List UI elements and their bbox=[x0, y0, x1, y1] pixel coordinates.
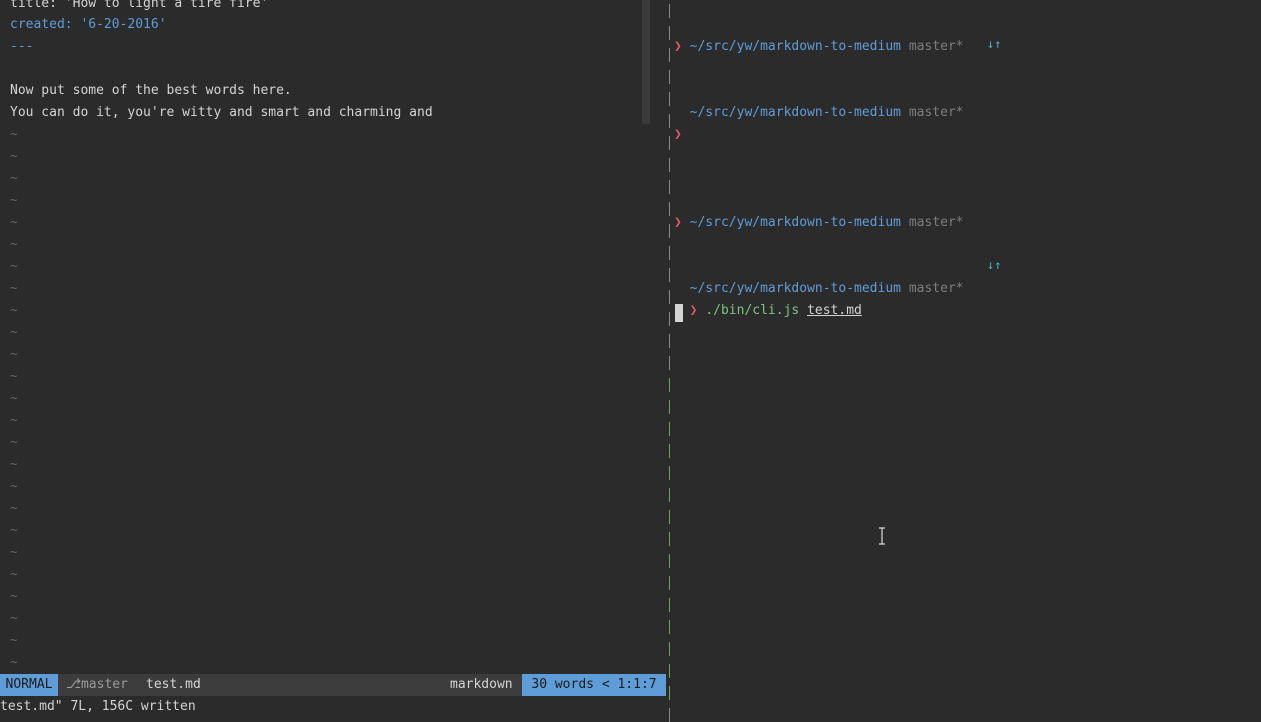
empty-line-tilde: ~ bbox=[10, 303, 18, 318]
empty-line-tilde: ~ bbox=[10, 457, 18, 472]
empty-line-tilde: ~ bbox=[10, 391, 18, 406]
command-binary: ./bin/cli.js bbox=[705, 303, 800, 318]
empty-line-tilde: ~ bbox=[10, 149, 18, 164]
editor-line-6: You can do it, you're witty and smart an… bbox=[10, 105, 433, 120]
empty-line-tilde: ~ bbox=[10, 523, 18, 538]
empty-line-tilde: ~ bbox=[10, 237, 18, 252]
sync-arrows-icon: ↓↑ bbox=[987, 37, 1002, 51]
empty-line-tilde: ~ bbox=[10, 567, 18, 582]
empty-line-tilde: ~ bbox=[10, 127, 18, 142]
command-line[interactable]: ❯ ./bin/cli.js test.md bbox=[674, 278, 862, 322]
vim-editor-pane[interactable]: title: 'How to light a tire fire' create… bbox=[0, 0, 652, 674]
divider-segment bbox=[669, 4, 670, 18]
file-name: test.md bbox=[146, 677, 201, 692]
divider-segment bbox=[669, 158, 670, 172]
empty-line-tilde: ~ bbox=[10, 633, 18, 648]
divider-segment bbox=[669, 224, 670, 238]
prompt-line-2: ~/src/yw/markdown-to-medium master* bbox=[674, 80, 964, 124]
divider-segment bbox=[669, 422, 670, 436]
cwd-path: ~/src/yw/markdown-to-medium bbox=[689, 39, 901, 54]
prompt-symbol: ❯ bbox=[674, 127, 682, 142]
divider-segment bbox=[669, 466, 670, 480]
divider-segment bbox=[669, 444, 670, 458]
prompt-line-1: ~/src/yw/markdown-to-medium master* bbox=[674, 14, 964, 58]
prompt-symbol: ❯ bbox=[689, 303, 698, 318]
divider-segment bbox=[669, 290, 670, 304]
empty-line-tilde: ~ bbox=[10, 369, 18, 384]
editor-line-3: --- bbox=[10, 39, 34, 54]
empty-line-tilde: ~ bbox=[10, 501, 18, 516]
empty-line-tilde: ~ bbox=[10, 413, 18, 428]
divider-segment bbox=[669, 268, 670, 282]
vim-statusline: NORMAL ⎇master test.md markdown 30 words… bbox=[0, 674, 666, 696]
empty-line-tilde: ~ bbox=[10, 347, 18, 362]
divider-segment bbox=[669, 554, 670, 568]
divider-segment bbox=[669, 180, 670, 194]
divider-segment bbox=[669, 92, 670, 106]
empty-line-tilde: ~ bbox=[10, 215, 18, 230]
file-type: markdown bbox=[450, 677, 513, 692]
divider-segment bbox=[669, 664, 670, 678]
divider-segment bbox=[669, 576, 670, 590]
prompt-symbol: ❯ bbox=[674, 215, 682, 230]
divider-segment bbox=[669, 334, 670, 348]
pane-divider[interactable] bbox=[666, 0, 674, 718]
empty-line-tilde: ~ bbox=[10, 171, 18, 186]
empty-line-tilde: ~ bbox=[10, 545, 18, 560]
divider-segment bbox=[669, 598, 670, 612]
git-status: master* bbox=[908, 39, 964, 54]
divider-segment bbox=[669, 510, 670, 524]
prompt-line-3: ~/src/yw/markdown-to-medium master* bbox=[674, 190, 964, 234]
divider-segment bbox=[669, 356, 670, 370]
empty-line-tilde: ~ bbox=[10, 435, 18, 450]
editor-scrollbar-thumb[interactable] bbox=[642, 0, 650, 124]
word-count-position: 30 words < 1:1:7 bbox=[522, 674, 666, 696]
cwd-path: ~/src/yw/markdown-to-medium bbox=[689, 105, 901, 120]
divider-segment bbox=[669, 246, 670, 260]
empty-line-tilde: ~ bbox=[10, 193, 18, 208]
editor-line-2: created: '6-20-2016' bbox=[10, 17, 167, 32]
divider-segment bbox=[669, 642, 670, 656]
empty-line-tilde: ~ bbox=[10, 325, 18, 340]
divider-segment bbox=[669, 532, 670, 546]
command-argument: test.md bbox=[807, 303, 862, 318]
git-status: master* bbox=[908, 215, 964, 230]
empty-line-tilde: ~ bbox=[10, 589, 18, 604]
cwd-path: ~/src/yw/markdown-to-medium bbox=[689, 215, 901, 230]
git-branch: ⎇master bbox=[66, 674, 128, 696]
divider-segment bbox=[669, 378, 670, 392]
divider-segment bbox=[669, 686, 670, 700]
empty-line-tilde: ~ bbox=[10, 259, 18, 274]
divider-segment bbox=[669, 312, 670, 326]
branch-name: master bbox=[80, 677, 128, 692]
sync-arrows-icon: ↓↑ bbox=[987, 258, 1002, 272]
terminal-cursor bbox=[675, 304, 683, 322]
divider-segment bbox=[669, 400, 670, 414]
divider-segment bbox=[669, 70, 670, 84]
branch-icon: ⎇ bbox=[66, 677, 81, 692]
editor-line-1: title: 'How to light a tire fire' bbox=[10, 0, 269, 11]
empty-line-tilde: ~ bbox=[10, 611, 18, 626]
editor-line-5: Now put some of the best words here. bbox=[10, 83, 292, 98]
mode-indicator: NORMAL bbox=[0, 674, 58, 696]
divider-segment bbox=[669, 136, 670, 150]
divider-segment bbox=[669, 202, 670, 216]
empty-line-tilde: ~ bbox=[10, 281, 18, 296]
divider-segment bbox=[669, 48, 670, 62]
divider-segment bbox=[669, 114, 670, 128]
git-status: master* bbox=[908, 281, 964, 296]
command-line-message: test.md" 7L, 156C written bbox=[0, 699, 196, 714]
empty-line-tilde: ~ bbox=[10, 479, 18, 494]
divider-segment bbox=[669, 26, 670, 40]
divider-segment bbox=[669, 708, 670, 722]
divider-segment bbox=[669, 488, 670, 502]
text-cursor-icon bbox=[879, 527, 885, 545]
empty-line-tilde: ~ bbox=[10, 655, 18, 670]
divider-segment bbox=[669, 620, 670, 634]
prompt-symbol: ❯ bbox=[674, 39, 682, 54]
git-status: master* bbox=[908, 105, 964, 120]
